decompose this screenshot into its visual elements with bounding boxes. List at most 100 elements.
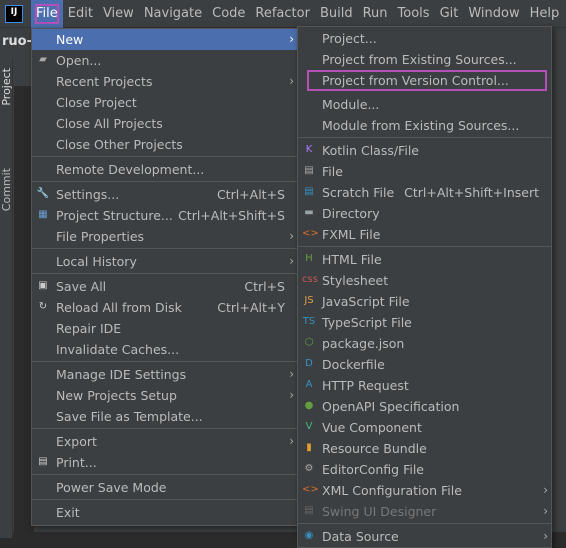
xml-file-icon: <> bbox=[302, 484, 319, 495]
menu-item-label: EditorConfig File bbox=[322, 462, 424, 477]
menu-item-fxml-file[interactable]: <> FXML File bbox=[298, 224, 551, 245]
menu-item-label: Project from Version Control... bbox=[322, 73, 509, 88]
menu-item-file[interactable]: ▤ File bbox=[298, 161, 551, 182]
menu-item-label: Settings... bbox=[56, 187, 120, 202]
menu-item-kotlin-class-file[interactable]: K Kotlin Class/File bbox=[298, 140, 551, 161]
menu-item-label: New Projects Setup bbox=[56, 388, 177, 403]
save-icon: ▣ bbox=[38, 280, 48, 291]
menu-item-settings[interactable]: 🔧 Settings... Ctrl+Alt+S bbox=[32, 184, 297, 205]
menu-item-label: Close All Projects bbox=[56, 116, 163, 131]
menu-item-project-from-version-control[interactable]: Project from Version Control... bbox=[298, 70, 551, 91]
docker-icon: D bbox=[305, 358, 313, 369]
menu-item-label: TypeScript File bbox=[322, 315, 412, 330]
menu-item-dockerfile[interactable]: D Dockerfile bbox=[298, 354, 551, 375]
menu-item-file-properties[interactable]: File Properties › bbox=[32, 226, 297, 247]
menu-item-label: Exit bbox=[56, 505, 80, 520]
menu-item-recent-projects[interactable]: Recent Projects › bbox=[32, 71, 297, 92]
menu-item-invalidate-caches[interactable]: Invalidate Caches... bbox=[32, 339, 297, 360]
chevron-right-icon: › bbox=[543, 529, 548, 543]
menu-item-module-from-existing-sources[interactable]: Module from Existing Sources... bbox=[298, 115, 551, 136]
menu-edit[interactable]: Edit bbox=[63, 0, 98, 28]
menu-item-label: Remote Development... bbox=[56, 162, 205, 177]
nodejs-icon: ⬡ bbox=[304, 337, 314, 348]
file-menu: New › ▰ Open... Recent Projects › Close Projec… bbox=[31, 28, 298, 526]
reload-icon: ↻ bbox=[38, 301, 48, 312]
menu-item-repair-ide[interactable]: Repair IDE bbox=[32, 318, 297, 339]
menu-git[interactable]: Git bbox=[435, 0, 464, 28]
chevron-right-icon: › bbox=[289, 434, 294, 448]
menu-item-http-request[interactable]: A HTTP Request bbox=[298, 375, 551, 396]
menu-item-javascript-file[interactable]: JS JavaScript File bbox=[298, 291, 551, 312]
menu-code[interactable]: Code bbox=[207, 0, 250, 28]
menu-item-label: HTML File bbox=[322, 252, 382, 267]
shortcut-label: Ctrl+Alt+S bbox=[216, 187, 285, 202]
html-file-icon: H bbox=[305, 253, 313, 264]
menu-item-resource-bundle[interactable]: ▮ Resource Bundle bbox=[298, 438, 551, 459]
tool-tab-project[interactable]: Project bbox=[0, 68, 13, 106]
menu-item-label: Resource Bundle bbox=[322, 441, 427, 456]
menu-item-html-file[interactable]: H HTML File bbox=[298, 249, 551, 270]
menu-item-label: Data Source bbox=[322, 529, 399, 544]
menu-item-label: Scratch File bbox=[322, 185, 395, 200]
menu-item-new[interactable]: New › bbox=[32, 29, 297, 50]
menu-item-label: Project Structure... bbox=[56, 208, 173, 223]
menu-build[interactable]: Build bbox=[315, 0, 358, 28]
menu-item-project-from-existing-sources[interactable]: Project from Existing Sources... bbox=[298, 49, 551, 70]
menu-item-label: FXML File bbox=[322, 227, 381, 242]
menu-item-save-all[interactable]: ▣ Save All Ctrl+S bbox=[32, 276, 297, 297]
menu-item-export[interactable]: Export › bbox=[32, 431, 297, 452]
menu-item-label: Local History bbox=[56, 254, 137, 269]
menu-item-open[interactable]: ▰ Open... bbox=[32, 50, 297, 71]
vue-icon: V bbox=[305, 421, 313, 432]
menu-item-swing-ui-designer[interactable]: ▤ Swing UI Designer › bbox=[298, 501, 551, 522]
menu-item-label: File Properties bbox=[56, 229, 145, 244]
menu-item-label: Reload All from Disk bbox=[56, 300, 182, 315]
menu-item-close-project[interactable]: Close Project bbox=[32, 92, 297, 113]
menu-view[interactable]: View bbox=[98, 0, 139, 28]
menu-item-manage-ide-settings[interactable]: Manage IDE Settings › bbox=[32, 364, 297, 385]
menu-item-power-save-mode[interactable]: Power Save Mode bbox=[32, 477, 297, 498]
menu-item-label: Swing UI Designer bbox=[322, 504, 437, 519]
menu-item-package-json[interactable]: ⬡ package.json bbox=[298, 333, 551, 354]
menu-item-print[interactable]: ▤ Print... bbox=[32, 452, 297, 473]
menu-item-data-source[interactable]: ◉ Data Source › bbox=[298, 526, 551, 547]
chevron-right-icon: › bbox=[289, 74, 294, 88]
menu-item-directory[interactable]: ▬ Directory bbox=[298, 203, 551, 224]
project-title: ruo- bbox=[2, 34, 32, 49]
menu-item-remote-development[interactable]: Remote Development... bbox=[32, 159, 297, 180]
menu-item-project-structure[interactable]: ▦ Project Structure... Ctrl+Alt+Shift+S bbox=[32, 205, 297, 226]
menu-item-module[interactable]: Module... bbox=[298, 94, 551, 115]
menu-tools[interactable]: Tools bbox=[393, 0, 435, 28]
chevron-right-icon: › bbox=[289, 32, 294, 46]
menu-item-label: Open... bbox=[56, 53, 102, 68]
menu-navigate[interactable]: Navigate bbox=[139, 0, 207, 28]
menu-item-local-history[interactable]: Local History › bbox=[32, 251, 297, 272]
menu-run[interactable]: Run bbox=[358, 0, 393, 28]
menu-file[interactable]: File bbox=[31, 0, 63, 28]
menu-help[interactable]: Help bbox=[525, 0, 565, 28]
menu-item-project[interactable]: Project... bbox=[298, 28, 551, 49]
menu-item-close-other-projects[interactable]: Close Other Projects bbox=[32, 134, 297, 155]
menu-item-reload-all-from-disk[interactable]: ↻ Reload All from Disk Ctrl+Alt+Y bbox=[32, 297, 297, 318]
directory-icon: ▬ bbox=[304, 207, 314, 218]
chevron-right-icon: › bbox=[543, 504, 548, 518]
menu-item-close-all-projects[interactable]: Close All Projects bbox=[32, 113, 297, 134]
menu-item-label: Directory bbox=[322, 206, 380, 221]
menu-item-xml-configuration-file[interactable]: <> XML Configuration File › bbox=[298, 480, 551, 501]
menu-item-label: Recent Projects bbox=[56, 74, 153, 89]
menu-item-scratch-file[interactable]: ▤ Scratch File Ctrl+Alt+Shift+Insert bbox=[298, 182, 551, 203]
menu-item-typescript-file[interactable]: TS TypeScript File bbox=[298, 312, 551, 333]
menu-item-editorconfig-file[interactable]: ⚙ EditorConfig File bbox=[298, 459, 551, 480]
menu-window[interactable]: Window bbox=[463, 0, 524, 28]
menu-item-vue-component[interactable]: V Vue Component bbox=[298, 417, 551, 438]
menu-item-save-file-as-template[interactable]: Save File as Template... bbox=[32, 406, 297, 427]
menu-item-stylesheet[interactable]: css Stylesheet bbox=[298, 270, 551, 291]
menu-item-openapi-specification[interactable]: ● OpenAPI Specification bbox=[298, 396, 551, 417]
menu-item-label: Save File as Template... bbox=[56, 409, 203, 424]
menu-item-exit[interactable]: Exit bbox=[32, 502, 297, 523]
css-file-icon: css bbox=[302, 274, 318, 285]
menu-refactor[interactable]: Refactor bbox=[250, 0, 315, 28]
tool-tab-commit[interactable]: Commit bbox=[0, 168, 13, 211]
menu-item-label: Dockerfile bbox=[322, 357, 385, 372]
menu-item-new-projects-setup[interactable]: New Projects Setup › bbox=[32, 385, 297, 406]
